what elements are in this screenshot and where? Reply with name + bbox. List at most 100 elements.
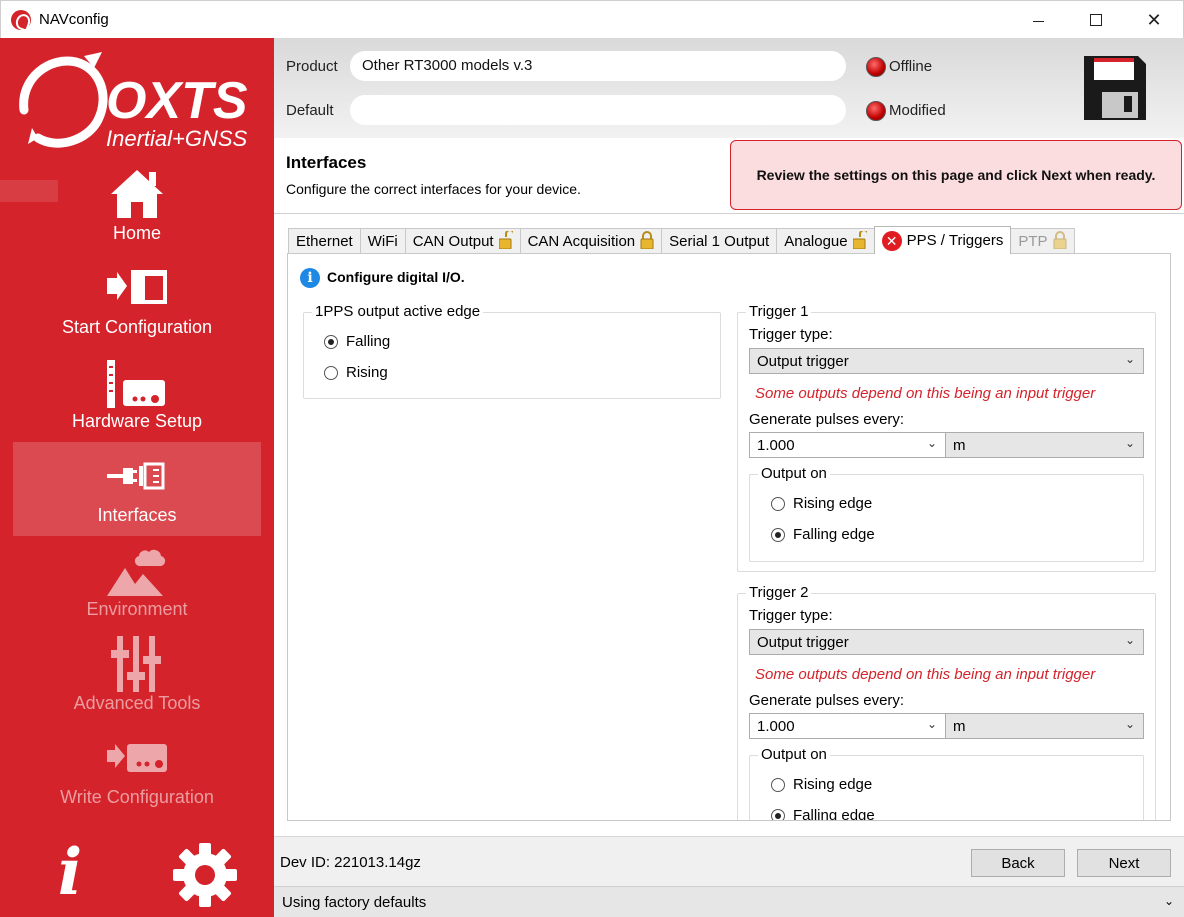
select-value: Output trigger <box>757 353 849 370</box>
advanced-tools-icon <box>13 636 261 692</box>
group-title: Trigger 2 <box>746 584 812 601</box>
info-icon[interactable]: i <box>50 838 90 908</box>
nav-hardware-setup[interactable]: Hardware Setup <box>13 348 261 442</box>
nav-environment: Environment <box>13 536 261 630</box>
default-label: Default <box>286 102 334 119</box>
radio-label: Rising <box>346 364 388 381</box>
tab-ethernet[interactable]: Ethernet <box>288 228 361 254</box>
padlock-icon <box>640 231 654 249</box>
nav-interfaces[interactable]: Interfaces <box>13 442 261 536</box>
nav-label: Interfaces <box>97 505 177 525</box>
chevron-down-icon: ⌄ <box>1124 717 1135 731</box>
tab-can-acquisition[interactable]: CAN Acquisition <box>519 228 663 254</box>
tab-pps-triggers[interactable]: ✕ PPS / Triggers <box>873 226 1012 254</box>
start-config-icon <box>13 260 261 316</box>
tab-label: CAN Acquisition <box>527 233 636 250</box>
nav-write-configuration: Write Configuration <box>13 724 261 818</box>
chevron-down-icon: ⌄ <box>1124 436 1135 450</box>
unlocked-padlock-icon <box>852 231 867 249</box>
tab-wifi[interactable]: WiFi <box>359 228 406 254</box>
tab-can-output[interactable]: CAN Output <box>404 228 521 254</box>
radio-label: Falling edge <box>793 526 875 543</box>
radio-rising-edge[interactable]: Rising edge <box>771 776 872 793</box>
group-title: Output on <box>758 746 830 763</box>
hardware-icon <box>13 354 261 410</box>
header: Product Other RT3000 models v.3 Default … <box>274 38 1184 138</box>
radio-falling[interactable]: Falling <box>324 333 390 350</box>
page-title: Interfaces <box>286 153 367 172</box>
tab-label: WiFi <box>367 233 398 250</box>
trigger-warning: Some outputs depend on this being an inp… <box>755 666 1096 683</box>
nav-home[interactable]: Home <box>13 160 261 254</box>
status-bar[interactable]: Using factory defaults ⌄ <box>274 886 1184 917</box>
notice-banner: Review the settings on this page and cli… <box>730 140 1182 210</box>
floppy-disk-icon[interactable] <box>1084 56 1146 120</box>
tab-label: PPS / Triggers <box>906 232 1004 249</box>
back-button[interactable]: Back <box>971 849 1065 877</box>
write-config-icon <box>13 730 261 786</box>
device-id: Dev ID: 221013.14gz <box>280 854 421 871</box>
chevron-down-icon: ⌄ <box>926 436 937 450</box>
trigger-type-label: Trigger type: <box>749 607 833 624</box>
tab-label: Ethernet <box>296 233 353 250</box>
input-value: 1.000 <box>757 437 795 454</box>
pulses-unit-select[interactable]: m ⌄ <box>945 713 1144 739</box>
nav-label: Write Configuration <box>60 787 214 807</box>
radio-falling-edge[interactable]: Falling edge <box>771 526 875 543</box>
minimize-icon <box>1032 20 1044 22</box>
output-on-group: Output on Rising edge Falling edge <box>749 465 1144 562</box>
product-field[interactable]: Other RT3000 models v.3 <box>350 51 846 81</box>
radio-rising-edge[interactable]: Rising edge <box>771 495 872 512</box>
pulses-interval-input[interactable]: 1.000 ⌄ <box>749 713 946 739</box>
tab-ptp: PTP <box>1010 228 1075 254</box>
gear-icon[interactable] <box>172 842 238 908</box>
radio-selected-icon <box>771 527 785 542</box>
tab-strip: Ethernet WiFi CAN Output CAN Acquisition… <box>288 226 1075 254</box>
next-button[interactable]: Next <box>1077 849 1171 877</box>
trigger-warning: Some outputs depend on this being an inp… <box>755 385 1096 402</box>
trigger-1-group: Trigger 1 Trigger type: Output trigger ⌄ … <box>737 303 1156 572</box>
pulses-unit-select[interactable]: m ⌄ <box>945 432 1144 458</box>
offline-led-icon <box>866 57 886 77</box>
pulses-interval-input[interactable]: 1.000 ⌄ <box>749 432 946 458</box>
pps-triggers-panel: i Configure digital I/O. 1PPS output act… <box>287 253 1171 821</box>
radio-unselected-icon <box>771 496 785 511</box>
select-value: m <box>953 437 966 454</box>
radio-rising[interactable]: Rising <box>324 364 388 381</box>
default-field[interactable] <box>350 95 846 125</box>
pulses-label: Generate pulses every: <box>749 692 905 709</box>
trigger-type-label: Trigger type: <box>749 326 833 343</box>
sidebar: OXTS Inertial+GNSS Home Start Configurat… <box>0 38 274 917</box>
chevron-down-icon: ⌄ <box>1163 894 1174 908</box>
panel-heading: Configure digital I/O. <box>327 269 465 285</box>
close-button[interactable]: ✕ <box>1125 1 1183 39</box>
radio-label: Rising edge <box>793 776 873 793</box>
title-bar: NAVconfig ✕ <box>0 0 1184 38</box>
nav-advanced-tools: Advanced Tools <box>13 630 261 724</box>
radio-label: Rising edge <box>793 495 873 512</box>
nav-label: Hardware Setup <box>71 411 203 431</box>
oxts-logo: OXTS Inertial+GNSS <box>19 52 248 151</box>
trigger-type-select[interactable]: Output trigger ⌄ <box>749 348 1144 374</box>
app-icon <box>11 10 31 30</box>
radio-label: Falling <box>346 333 391 350</box>
home-icon <box>13 166 261 222</box>
tab-label: CAN Output <box>412 233 494 250</box>
nav-label: Start Configuration <box>61 317 213 337</box>
pulses-label: Generate pulses every: <box>749 411 905 428</box>
environment-icon <box>13 542 261 598</box>
info-circle-icon: i <box>300 268 320 288</box>
nav-start-configuration[interactable]: Start Configuration <box>13 254 261 348</box>
modified-led-icon <box>866 101 886 121</box>
logo-wordmark: OXTS <box>106 72 248 130</box>
logo-tagline: Inertial+GNSS <box>106 126 248 151</box>
group-title: Output on <box>758 465 830 482</box>
tab-analogue[interactable]: Analogue <box>776 228 875 254</box>
nav-label: Advanced Tools <box>73 693 201 713</box>
trigger-type-select[interactable]: Output trigger ⌄ <box>749 629 1144 655</box>
maximize-button[interactable] <box>1067 1 1125 39</box>
tab-serial-1-output[interactable]: Serial 1 Output <box>661 228 778 254</box>
radio-falling-edge[interactable]: Falling edge <box>771 807 875 820</box>
radio-selected-icon <box>324 334 338 349</box>
minimize-button[interactable] <box>1009 1 1067 39</box>
